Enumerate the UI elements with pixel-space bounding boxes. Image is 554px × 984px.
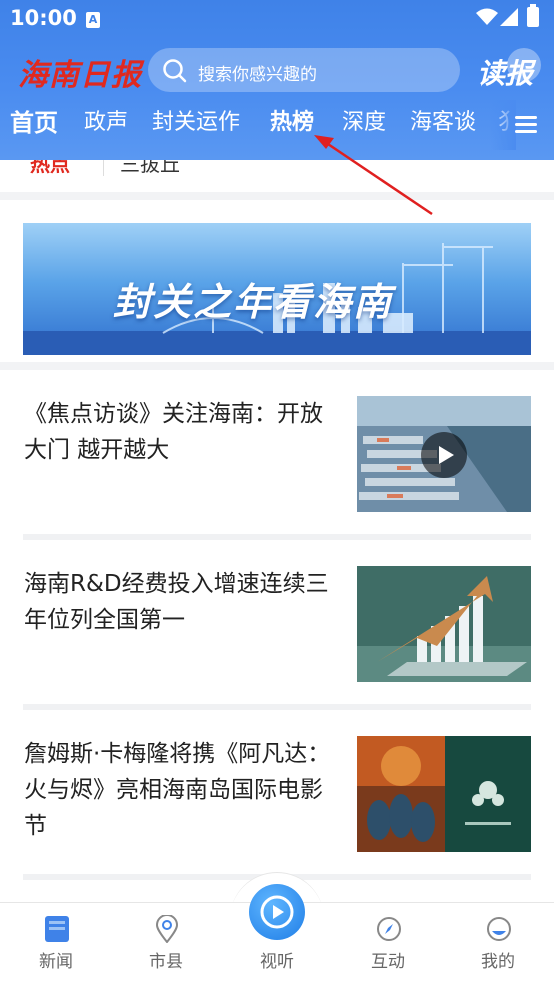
nav-interact-label: 互动 [371,952,405,972]
subtab-divider [103,160,104,176]
read-paper-button[interactable]: 读报 [477,48,541,92]
news-thumbnail [357,736,531,852]
tab-politics[interactable]: 政声 [84,104,128,136]
news-item[interactable]: 海南R&D经费投入增速连续三年位列全国第一 [0,538,554,708]
nav-mine[interactable]: 我的 [458,903,538,984]
search-placeholder: 搜索你感兴趣的 [198,65,317,85]
status-bar: 10:00 A [0,0,554,38]
tab-hot-list[interactable]: 热榜 [270,104,314,136]
video-center-button[interactable] [249,884,305,940]
nav-city-label: 市县 [149,952,183,972]
compass-icon [377,917,401,941]
news-item[interactable]: 詹姆斯·卡梅隆将携《阿凡达：火与烬》亮相海南岛国际电影节 [0,708,554,878]
banner-title-part2: 看海南 [273,280,394,324]
channel-tabs: 首页 政声 封关运作 热榜 深度 海客谈 犭 [0,104,554,146]
location-pin-icon [155,915,179,943]
nav-news-label: 新闻 [39,952,73,972]
nav-news[interactable]: 新闻 [16,903,96,984]
nav-video-label: 视听 [260,952,294,972]
status-time: 10:00 [10,6,77,30]
read-paper-label: 读报 [477,57,534,90]
play-icon [439,446,454,464]
cellular-signal-icon [500,8,518,26]
tab-home[interactable]: 首页 [10,103,58,138]
app-logo[interactable]: 海南日报 [18,50,142,94]
news-title: 《焦点访谈》关注海南：开放大门 越开越大 [24,401,323,463]
movie-poster-thumbnail-image [357,736,531,852]
profile-icon [487,917,511,941]
notification-a-icon: A [86,12,100,28]
subtab-hot[interactable]: 热点 [30,160,70,177]
header: 海南日报 搜索你感兴趣的 读报 [0,44,554,96]
play-video-button[interactable] [421,432,467,478]
nav-interact[interactable]: 互动 [348,903,428,984]
app-screen: 10:00 A 海南日报 搜索你感兴趣的 读报 首页 政声 封关运作 热榜 深度… [0,0,554,984]
news-item[interactable]: 《焦点访谈》关注海南：开放大门 越开越大 [0,368,554,538]
nav-city[interactable]: 市县 [126,903,206,984]
section-gap [0,192,554,200]
wifi-icon [476,8,498,25]
battery-icon [527,4,539,27]
promo-banner[interactable]: 封关之年看海南 [23,223,531,355]
subtab-second[interactable]: 三拔丘 [120,160,180,177]
tab-depth[interactable]: 深度 [342,104,386,136]
news-thumbnail [357,566,531,682]
news-title: 詹姆斯·卡梅隆将携《阿凡达：火与烬》亮相海南岛国际电影节 [24,741,331,839]
search-icon [163,59,187,83]
banner-title: 封关之年看海南 [113,271,393,326]
nav-mine-label: 我的 [481,952,515,972]
channel-menu-button[interactable] [512,114,540,136]
news-title: 海南R&D经费投入增速连续三年位列全国第一 [24,571,329,633]
search-bar[interactable]: 搜索你感兴趣的 [148,48,460,92]
tab-customs-operation[interactable]: 封关运作 [152,104,240,136]
top-bar: 10:00 A 海南日报 搜索你感兴趣的 读报 首页 政声 封关运作 热榜 深度… [0,0,554,160]
tab-haikewan[interactable]: 海客谈 [410,104,476,136]
banner-title-part1: 封关之年 [113,280,274,324]
play-circle-icon [260,895,294,929]
news-thumbnail [357,396,531,512]
news-icon [45,916,69,942]
sub-tabs: 热点 三拔丘 [0,160,554,192]
growth-chart-thumbnail-image [357,566,531,682]
